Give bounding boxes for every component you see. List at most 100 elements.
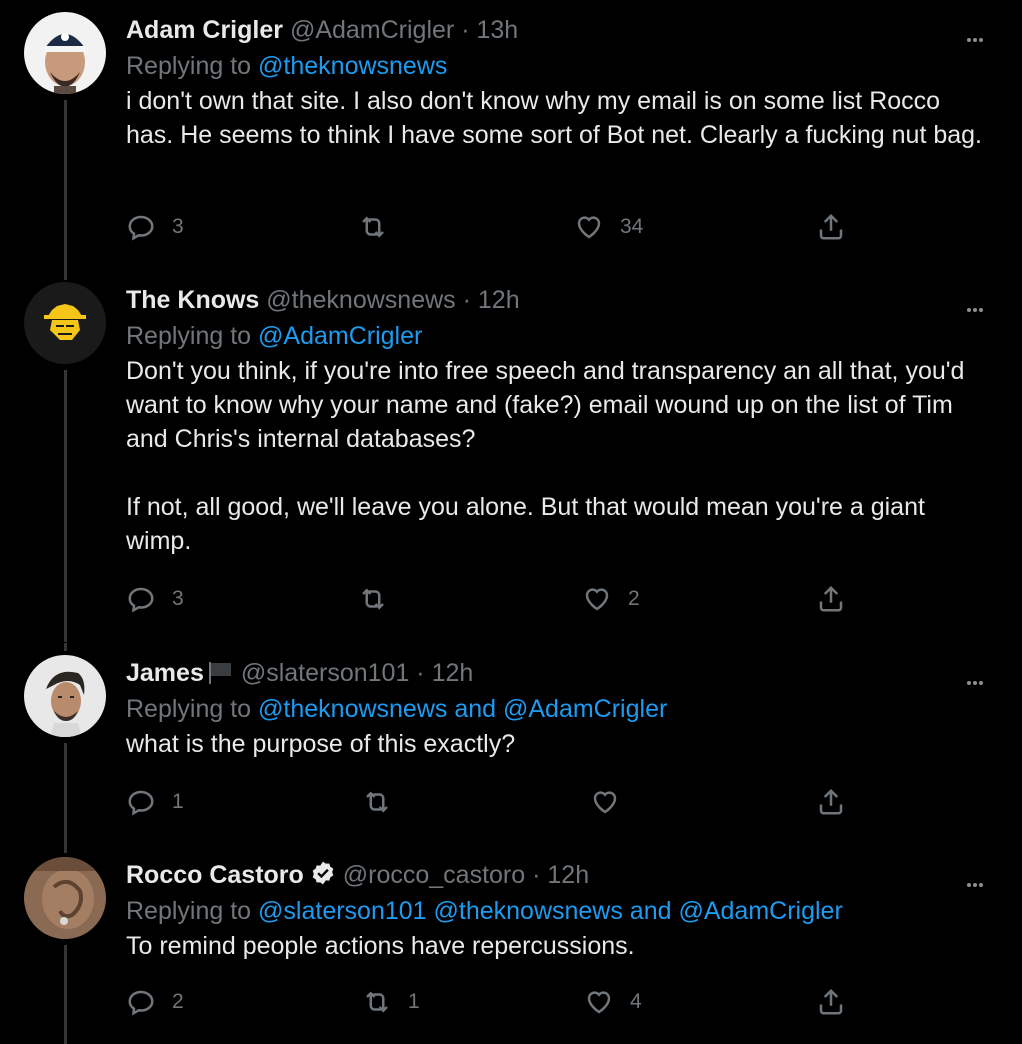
reply-button[interactable]: 3 xyxy=(126,584,184,614)
like-button[interactable]: 34 xyxy=(574,212,643,242)
man-in-cap-avatar-icon xyxy=(24,12,106,94)
tweet-header: Adam Crigler @AdamCrigler · 13h xyxy=(126,14,982,46)
tweet-header: Rocco Castoro @rocco_castoro · 12h xyxy=(126,859,982,891)
thread-connector xyxy=(64,370,67,642)
display-name[interactable]: The Knows xyxy=(126,286,259,314)
timestamp[interactable]: 12h xyxy=(547,861,589,889)
like-count: 4 xyxy=(630,990,642,1013)
yellow-hat-logo-avatar-icon xyxy=(24,282,106,364)
share-button[interactable] xyxy=(816,987,846,1017)
replying-to: Replying to @theknowsnews xyxy=(126,48,982,84)
separator: · xyxy=(462,286,471,314)
tweet[interactable]: Rocco Castoro @rocco_castoro · 12h Reply… xyxy=(0,845,1022,1044)
mention-link[interactable]: @theknowsnews and @AdamCrigler xyxy=(258,695,667,723)
reply-icon xyxy=(128,790,154,816)
retweet-icon xyxy=(366,991,388,1013)
avatar[interactable] xyxy=(24,282,106,364)
retweet-button[interactable] xyxy=(358,584,404,614)
heart-icon xyxy=(585,588,609,611)
timestamp[interactable]: 12h xyxy=(478,286,520,314)
reply-button[interactable]: 2 xyxy=(126,987,184,1017)
replying-prefix: Replying to xyxy=(126,322,252,350)
reply-icon xyxy=(128,215,154,241)
reply-icon xyxy=(128,587,154,613)
tweet-text: what is the purpose of this exactly? xyxy=(126,730,516,758)
black-flag-icon xyxy=(208,662,231,684)
reply-button[interactable]: 1 xyxy=(126,787,184,817)
more-options-icon[interactable] xyxy=(966,665,984,691)
heart-icon xyxy=(577,216,601,239)
mention-link[interactable]: @slaterson101 @theknowsnews and @AdamCri… xyxy=(258,897,843,925)
more-options-icon[interactable] xyxy=(966,292,984,318)
reply-count: 3 xyxy=(172,587,184,610)
mention-link[interactable]: @AdamCrigler xyxy=(258,322,422,350)
like-button[interactable]: 2 xyxy=(582,584,640,614)
share-icon xyxy=(819,213,843,240)
user-handle[interactable]: @AdamCrigler xyxy=(290,16,454,44)
retweet-icon xyxy=(366,791,388,813)
tweet-header: The Knows @theknowsnews · 12h xyxy=(126,284,982,316)
verified-badge-icon xyxy=(312,861,334,885)
display-name[interactable]: Rocco Castoro xyxy=(126,861,304,889)
thread-connector xyxy=(64,845,67,853)
tweet-text: To remind people actions have repercussi… xyxy=(126,932,635,960)
thread-connector xyxy=(64,100,67,280)
more-options-icon[interactable] xyxy=(966,867,984,893)
retweet-button[interactable]: 1 xyxy=(362,987,420,1017)
like-count: 34 xyxy=(620,215,644,238)
replying-prefix: Replying to xyxy=(126,52,252,80)
tweet[interactable]: James @slaterson101 · 12h Replying to @t… xyxy=(0,643,1022,845)
replying-prefix: Replying to xyxy=(126,897,252,925)
user-handle[interactable]: @slaterson101 xyxy=(241,659,410,687)
man-portrait-avatar-icon xyxy=(24,655,106,737)
tweet[interactable]: Adam Crigler @AdamCrigler · 13h Replying… xyxy=(0,0,1022,280)
share-icon xyxy=(819,988,843,1015)
separator: · xyxy=(416,659,425,687)
separator: · xyxy=(461,16,470,44)
reply-icon xyxy=(128,990,154,1016)
retweet-button[interactable] xyxy=(358,212,404,242)
user-handle[interactable]: @rocco_castoro xyxy=(343,861,525,889)
retweet-icon xyxy=(362,588,384,610)
display-name[interactable]: James xyxy=(126,659,204,687)
tweet-body: Adam Crigler @AdamCrigler · 13h Replying… xyxy=(126,14,982,152)
display-name[interactable]: Adam Crigler xyxy=(126,16,283,44)
tweet-body: Rocco Castoro @rocco_castoro · 12h Reply… xyxy=(126,859,982,963)
like-button[interactable] xyxy=(590,787,636,817)
replying-to: Replying to @slaterson101 @theknowsnews … xyxy=(126,893,982,929)
tweet-actions: 3 34 xyxy=(126,212,856,252)
heart-icon xyxy=(593,791,617,814)
reply-count: 1 xyxy=(172,790,184,813)
replying-prefix: Replying to xyxy=(126,695,252,723)
avatar[interactable] xyxy=(24,655,106,737)
avatar[interactable] xyxy=(24,12,106,94)
reply-count: 3 xyxy=(172,215,184,238)
like-count: 2 xyxy=(628,587,640,610)
tweet-body: James @slaterson101 · 12h Replying to @t… xyxy=(126,657,982,761)
separator: · xyxy=(532,861,541,889)
timestamp[interactable]: 12h xyxy=(432,659,474,687)
thread-connector xyxy=(64,643,67,651)
reply-button[interactable]: 3 xyxy=(126,212,184,242)
share-icon xyxy=(819,788,843,815)
tweet-actions: 2 1 4 xyxy=(126,987,856,1027)
share-button[interactable] xyxy=(816,787,846,817)
tweet-actions: 1 xyxy=(126,787,856,827)
avatar[interactable] xyxy=(24,857,106,939)
mention-link[interactable]: @theknowsnews xyxy=(258,52,447,80)
timestamp[interactable]: 13h xyxy=(476,16,518,44)
retweet-button[interactable] xyxy=(362,787,408,817)
tweet-thread: Adam Crigler @AdamCrigler · 13h Replying… xyxy=(0,0,1022,1044)
retweet-count: 1 xyxy=(408,990,420,1013)
share-button[interactable] xyxy=(816,584,846,614)
tweet-body: The Knows @theknowsnews · 12h Replying t… xyxy=(126,284,982,558)
more-options-icon[interactable] xyxy=(966,22,984,48)
tweet-text: Don't you think, if you're into free spe… xyxy=(126,357,965,555)
user-handle[interactable]: @theknowsnews xyxy=(266,286,455,314)
tweet-text: i don't own that site. I also don't know… xyxy=(126,87,982,149)
share-button[interactable] xyxy=(816,212,846,242)
like-button[interactable]: 4 xyxy=(584,987,642,1017)
tweet[interactable]: The Knows @theknowsnews · 12h Replying t… xyxy=(0,270,1022,642)
tweet-header: James @slaterson101 · 12h xyxy=(126,657,982,689)
retweet-icon xyxy=(362,216,384,238)
